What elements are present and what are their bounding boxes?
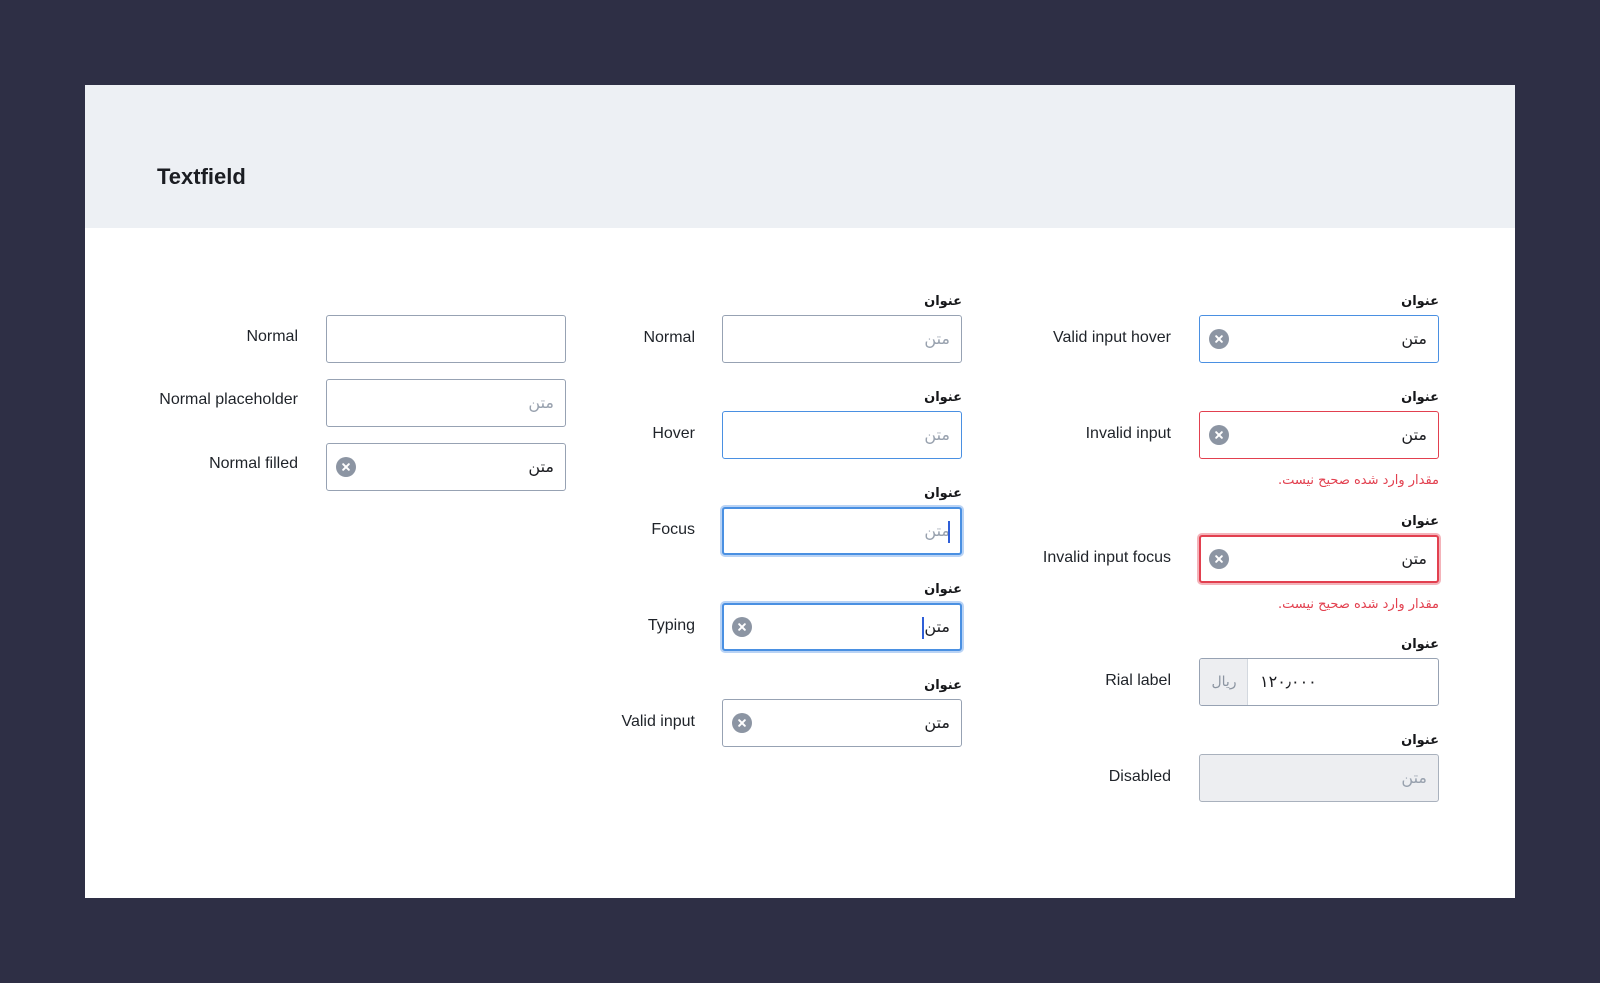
input-value: متن: [1401, 425, 1427, 444]
clear-icon[interactable]: [1209, 549, 1229, 569]
textfield-valid-input-hover[interactable]: متن: [1199, 315, 1439, 363]
placeholder-text: متن: [528, 393, 554, 412]
error-message: مقدار وارد شده صحیح نیست.: [1277, 597, 1439, 612]
row-label-normal-placeholder: Normal placeholder: [159, 391, 298, 408]
textfield-typing[interactable]: متن: [722, 603, 962, 651]
field-title: عنوان: [1401, 733, 1439, 748]
clear-icon[interactable]: [732, 617, 752, 637]
row-label-hover: Hover: [652, 425, 695, 442]
field-title: عنوان: [1401, 294, 1439, 309]
clear-icon[interactable]: [336, 457, 356, 477]
clear-icon[interactable]: [1209, 425, 1229, 445]
textfield-rial[interactable]: ریال ۱۲۰٫۰۰۰: [1199, 658, 1439, 706]
row-label-normal: Normal: [246, 328, 298, 345]
field-title: عنوان: [1401, 514, 1439, 529]
placeholder-text: متن: [924, 329, 950, 348]
row-label-invalid-input-focus: Invalid input focus: [1042, 549, 1171, 566]
input-value: متن: [1401, 329, 1427, 348]
field-title: عنوان: [1401, 637, 1439, 652]
textfield-invalid-input-focus[interactable]: متن: [1199, 535, 1439, 583]
currency-label: ریال: [1211, 674, 1237, 690]
placeholder-text: متن: [924, 521, 950, 540]
field-title: عنوان: [924, 390, 962, 405]
row-label-rial-label: Rial label: [1105, 672, 1171, 689]
input-value: متن: [924, 617, 950, 636]
page-title: Textfield: [157, 164, 246, 189]
field-title: عنوان: [1401, 390, 1439, 405]
input-value: متن: [1401, 549, 1427, 568]
textfield-normal[interactable]: متن: [722, 315, 962, 363]
text-caret: [922, 617, 924, 639]
row-label-typing: Typing: [647, 617, 695, 634]
input-value: متن: [924, 713, 950, 732]
row-label-invalid-input: Invalid input: [1085, 425, 1171, 442]
placeholder-text: متن: [1401, 768, 1427, 787]
textfield-invalid-input[interactable]: متن: [1199, 411, 1439, 459]
textfield-valid-input[interactable]: متن: [722, 699, 962, 747]
input-value: ۱۲۰٫۰۰۰: [1260, 672, 1317, 691]
row-label-focus: Focus: [651, 521, 695, 538]
row-label-normal: Normal: [643, 329, 695, 346]
textfield-focus[interactable]: متن: [722, 507, 962, 555]
currency-addon: ریال: [1200, 659, 1248, 705]
field-title: عنوان: [924, 486, 962, 501]
text-caret: [948, 521, 950, 543]
card-header: Textfield: [85, 85, 1515, 228]
row-label-valid-input-hover: Valid input hover: [1053, 329, 1171, 346]
row-label-disabled: Disabled: [1108, 768, 1171, 785]
textfield-disabled: متن: [1199, 754, 1439, 802]
textfield-normal-placeholder[interactable]: متن: [326, 379, 566, 427]
placeholder-text: متن: [924, 425, 950, 444]
field-title: عنوان: [924, 294, 962, 309]
textfield-normal-filled[interactable]: متن: [326, 443, 566, 491]
field-title: عنوان: [924, 678, 962, 693]
field-title: عنوان: [924, 582, 962, 597]
textfield-showcase-card: Textfield Normal Normal placeholder متن …: [85, 85, 1515, 898]
row-label-valid-input: Valid input: [621, 713, 695, 730]
clear-icon[interactable]: [1209, 329, 1229, 349]
textfield-hover[interactable]: متن: [722, 411, 962, 459]
error-message: مقدار وارد شده صحیح نیست.: [1277, 473, 1439, 488]
input-value: متن: [528, 457, 554, 476]
clear-icon[interactable]: [732, 713, 752, 733]
row-label-normal-filled: Normal filled: [209, 455, 298, 472]
